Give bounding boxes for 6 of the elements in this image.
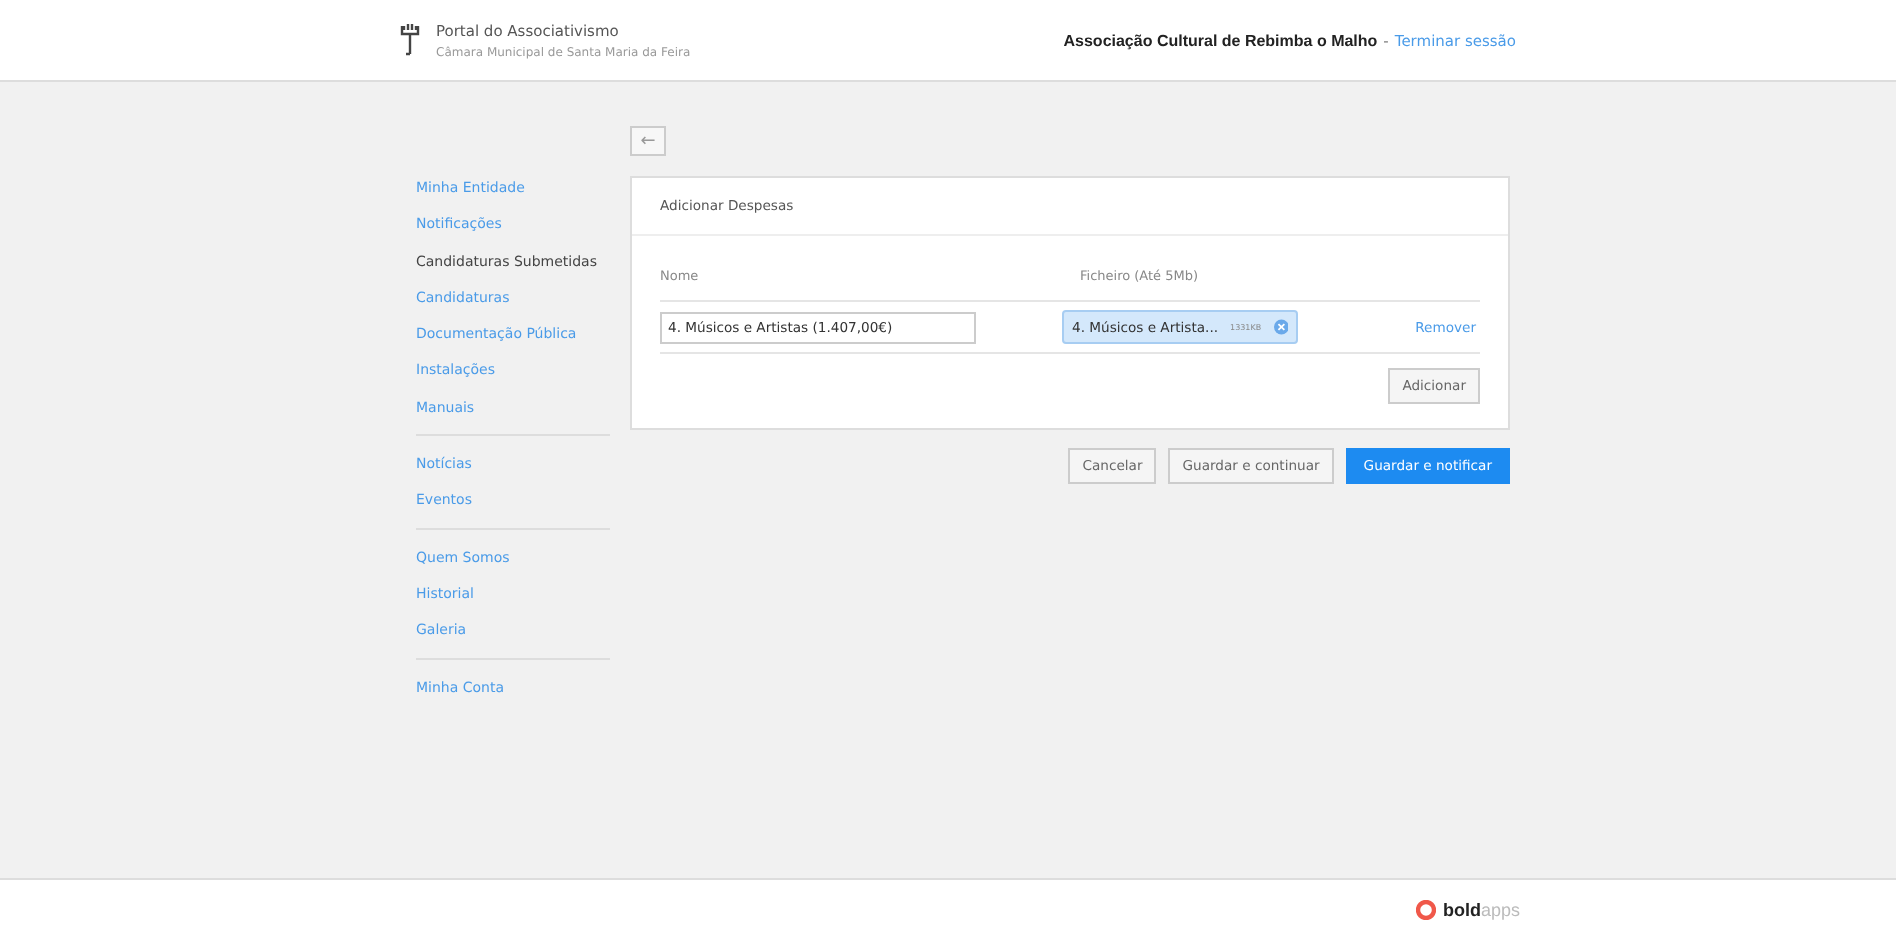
logo-icon [1416, 900, 1437, 920]
remove-file-icon[interactable] [1273, 318, 1288, 336]
entity-name: Associação Cultural de Rebimba o Malho [1063, 31, 1378, 49]
back-button[interactable]: ← [630, 126, 666, 156]
logo-icon [400, 22, 420, 58]
footer-logo: boldapps [1442, 900, 1520, 920]
